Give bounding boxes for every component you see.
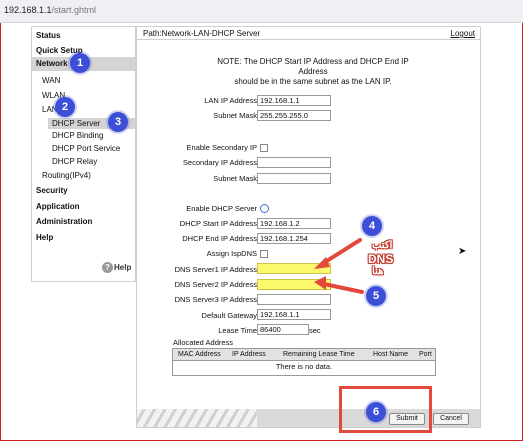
main-panel: Path:Network-LAN-DHCP Server Logout NOTE… <box>136 26 481 428</box>
dns2-label: DNS Server2 IP Address <box>174 280 257 289</box>
col-ip: IP Address <box>232 351 266 358</box>
sidebar-item-dhcp-binding[interactable]: DHCP Binding <box>52 131 103 140</box>
lan-ip-label: LAN IP Address <box>204 96 257 105</box>
sidebar-item-status[interactable]: Status <box>36 31 60 40</box>
assign-ispdns-checkbox[interactable] <box>260 250 268 258</box>
sidebar-item-security[interactable]: Security <box>36 186 68 195</box>
empty-message: There is no data. <box>275 362 333 371</box>
question-icon: ? <box>102 262 113 273</box>
url-text: 192.168.1.1/start.ghtml <box>4 5 97 15</box>
dhcp-start-input[interactable]: 192.168.1.2 <box>257 218 331 229</box>
arrow-to-dns2-icon <box>314 276 364 294</box>
enable-dhcp-label: Enable DHCP Server <box>186 204 257 213</box>
col-host: Host Name <box>373 351 409 358</box>
lan-ip-input[interactable]: 192.168.1.1 <box>257 95 331 106</box>
col-port: Port <box>419 351 432 358</box>
annotation-arabic-write: اكتب <box>372 240 393 251</box>
default-gateway-input[interactable]: 192.168.1.1 <box>257 309 331 320</box>
allocated-address-title: Allocated Address <box>173 338 234 347</box>
logout-link[interactable]: Logout <box>451 29 475 38</box>
browser-address-bar[interactable]: 192.168.1.1/start.ghtml <box>0 0 523 23</box>
col-lease: Remaining Lease Time <box>283 351 355 358</box>
annotation-badge-1: 1 <box>70 53 90 73</box>
dhcp-end-label: DHCP End IP Address <box>182 234 257 243</box>
path-bar: Path:Network-LAN-DHCP Server Logout <box>137 27 480 40</box>
breadcrumb: Path:Network-LAN-DHCP Server <box>143 29 261 38</box>
sidebar-item-dhcp-relay[interactable]: DHCP Relay <box>52 157 97 166</box>
sidebar-item-routing[interactable]: Routing(IPv4) <box>42 171 91 180</box>
arrow-to-dns1-icon <box>314 238 362 269</box>
enable-secondary-ip-label: Enable Secondary IP <box>186 143 257 152</box>
dhcp-start-label: DHCP Start IP Address <box>179 219 257 228</box>
subnet-mask-label: Subnet Mask <box>213 111 257 120</box>
annotation-badge-3: 3 <box>108 112 128 132</box>
dns1-label: DNS Server1 IP Address <box>174 265 257 274</box>
subnet-mask-input[interactable]: 255.255.255.0 <box>257 110 331 121</box>
secondary-mask-input[interactable] <box>257 173 331 184</box>
allocated-address-table: MAC Address IP Address Remaining Lease T… <box>172 348 436 376</box>
sidebar-item-help[interactable]: Help <box>36 233 53 242</box>
secondary-mask-label: Subnet Mask <box>213 174 257 183</box>
sidebar-item-dhcp-port-service[interactable]: DHCP Port Service <box>52 144 120 153</box>
secondary-ip-label: Secondary IP Address <box>182 158 257 167</box>
secondary-ip-input[interactable] <box>257 157 331 168</box>
dns3-label: DNS Server3 IP Address <box>174 295 257 304</box>
enable-dhcp-checkbox[interactable] <box>260 204 269 213</box>
lease-unit: sec <box>309 326 321 335</box>
sidebar-item-administration[interactable]: Administration <box>36 217 92 226</box>
note-text: NOTE: The DHCP Start IP Address and DHCP… <box>217 57 409 86</box>
lease-time-input[interactable]: 86400 <box>257 324 309 335</box>
annotation-badge-4: 4 <box>362 216 382 236</box>
table-header: MAC Address IP Address Remaining Lease T… <box>173 349 435 361</box>
cancel-button[interactable]: Cancel <box>433 413 469 425</box>
submit-highlight-box <box>339 386 432 433</box>
col-mac: MAC Address <box>178 351 221 358</box>
help-link[interactable]: ? Help <box>102 262 131 273</box>
assign-ispdns-label: Assign IspDNS <box>206 249 257 258</box>
annotation-arabic-here: هنا <box>372 266 384 277</box>
annotation-dns-text: DNS <box>368 252 394 266</box>
lease-time-label: Lease Time <box>218 326 257 335</box>
enable-secondary-ip-checkbox[interactable] <box>260 144 268 152</box>
footer-decoration <box>137 409 257 427</box>
default-gateway-label: Default Gateway <box>201 311 257 320</box>
annotation-badge-2: 2 <box>55 97 75 117</box>
mouse-cursor-icon: ➤ <box>458 246 467 257</box>
annotation-arrows <box>314 238 364 294</box>
sidebar-item-application[interactable]: Application <box>36 202 80 211</box>
sidebar-item-wan[interactable]: WAN <box>42 76 60 85</box>
